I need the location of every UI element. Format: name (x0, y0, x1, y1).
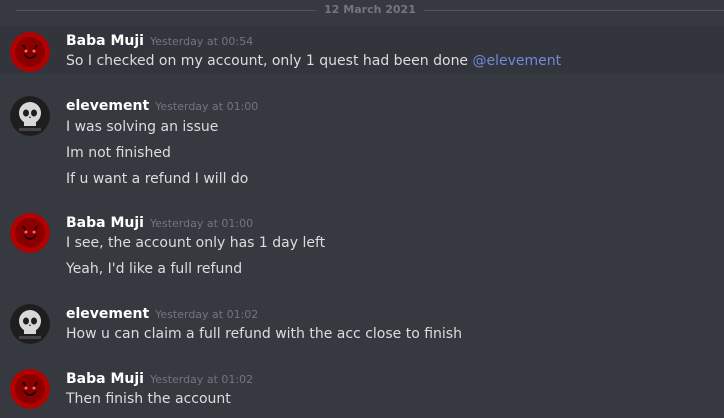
red-demon-avatar-icon (10, 213, 50, 253)
username[interactable]: Baba Muji (66, 33, 144, 49)
message-text: So I checked on my account, only 1 quest… (66, 51, 561, 71)
date-divider-label: 12 March 2021 (316, 3, 424, 17)
message-text: If u want a refund I will do (66, 171, 249, 187)
timestamp: Yesterday at 01:00 (155, 100, 259, 113)
message-group[interactable]: elevement Yesterday at 01:02 How u can cl… (0, 303, 724, 347)
message-line: So I checked on my account, only 1 quest… (66, 53, 473, 69)
username[interactable]: Baba Muji (66, 215, 144, 231)
message-group[interactable]: Baba Muji Yesterday at 00:54 So I checked… (0, 26, 724, 74)
message-text: Im not finished (66, 145, 171, 161)
red-demon-avatar-icon (10, 32, 50, 72)
user-mention[interactable]: @elevement (473, 53, 562, 69)
skull-avatar-icon (10, 304, 50, 344)
timestamp: Yesterday at 00:54 (149, 35, 254, 48)
username[interactable]: Baba Muji (66, 371, 144, 387)
timestamp: Yesterday at 01:02 (155, 308, 259, 321)
message-group[interactable]: Baba Muji Yesterday at 01:00 I see, the a… (0, 212, 724, 282)
skull-avatar-icon (10, 96, 50, 136)
avatar[interactable] (10, 369, 50, 409)
avatar[interactable] (10, 32, 50, 72)
message-text: Yeah, I'd like a full refund (66, 261, 243, 277)
red-demon-avatar-icon (10, 369, 50, 409)
date-divider: 12 March 2021 (16, 0, 724, 20)
avatar[interactable] (10, 213, 50, 253)
username[interactable]: elevement (66, 98, 149, 114)
message-group[interactable]: elevement Yesterday at 01:00 I was solvin… (0, 94, 724, 194)
avatar[interactable] (10, 304, 50, 344)
timestamp: Yesterday at 01:02 (149, 373, 254, 386)
message-text: How u can claim a full refund with the a… (66, 326, 462, 342)
message-group[interactable]: Baba Muji Yesterday at 01:02 Then finish … (0, 368, 724, 412)
message-text: I see, the account only has 1 day left (66, 235, 326, 251)
avatar[interactable] (10, 96, 50, 136)
timestamp: Yesterday at 01:00 (149, 217, 254, 230)
message-text: I was solving an issue (66, 119, 219, 135)
username[interactable]: elevement (66, 306, 149, 322)
message-text: Then finish the account (66, 391, 231, 407)
